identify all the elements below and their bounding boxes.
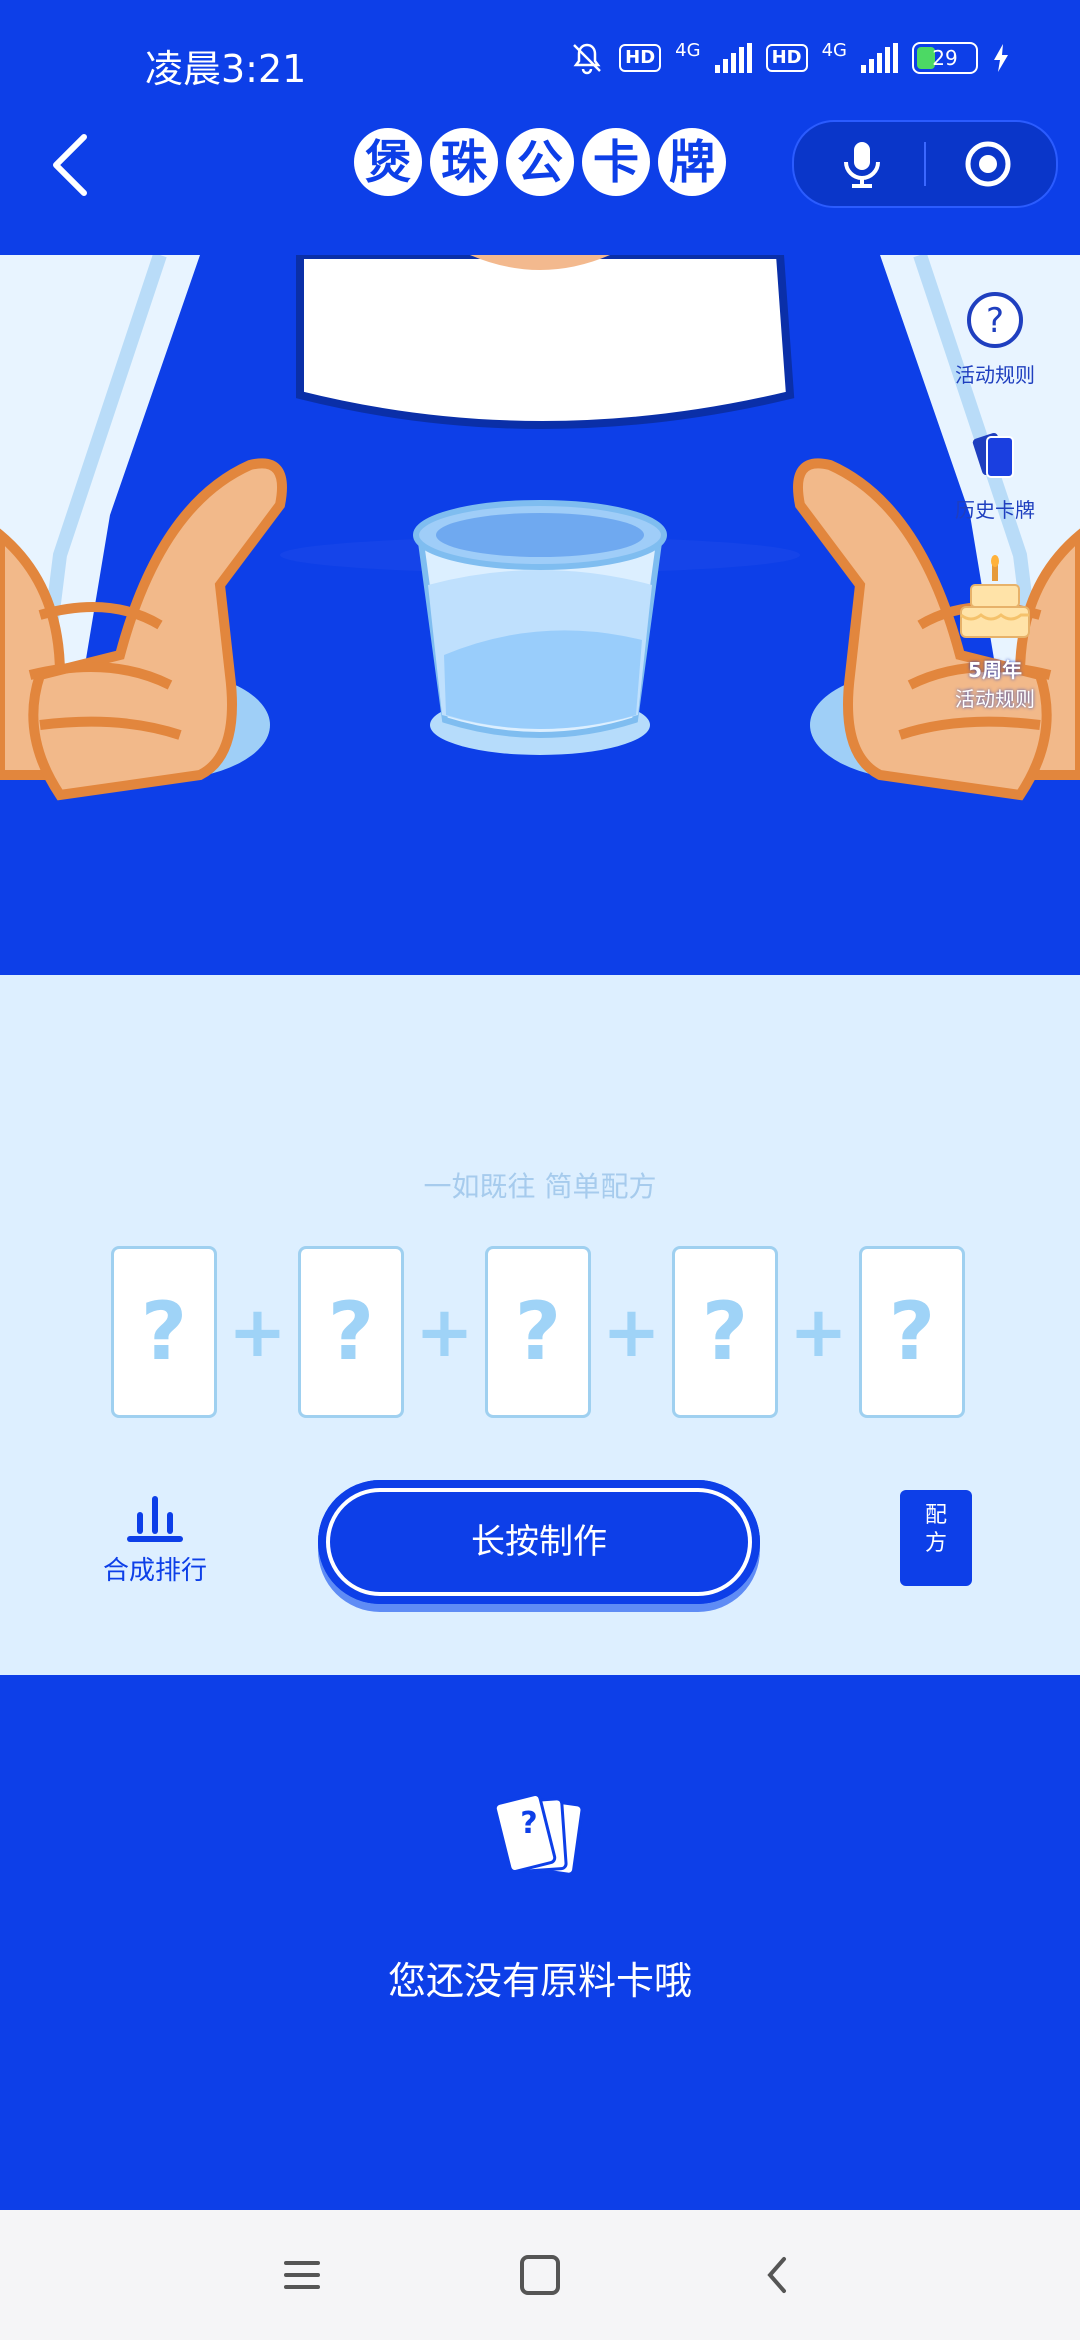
system-back-button[interactable] (756, 2255, 800, 2295)
ingredient-card-slot[interactable]: ? (859, 1246, 965, 1418)
recipe-slogan: 一如既往 简单配方 (423, 1170, 657, 1203)
status-time: 凌晨3:21 (145, 47, 307, 91)
ranking-label: 合成排行 (102, 1556, 207, 1586)
water-glass-icon (413, 500, 667, 755)
make-button-label: 长按制作 (326, 1488, 752, 1596)
empty-state-text: 您还没有原料卡哦 (387, 1959, 692, 2003)
title-char: 煲 (354, 128, 422, 196)
signal-icon-2 (861, 43, 898, 73)
activity-rules-label: 活动规则 (955, 363, 1035, 387)
title-char: 牌 (658, 128, 726, 196)
history-cards-label: 历史卡牌 (955, 498, 1035, 522)
capsule-divider (924, 142, 926, 186)
hero-illustration (0, 255, 1080, 980)
empty-card-mark: ? (520, 1806, 538, 1841)
network-type: 4G (675, 40, 701, 61)
chef-illustration (0, 255, 1080, 801)
long-press-make-button[interactable]: 长按制作 (318, 1480, 760, 1604)
plus-icon: + (789, 1291, 848, 1373)
bar-chart-icon (127, 1496, 183, 1542)
anniversary-label-2: 活动规则 (955, 687, 1035, 711)
mini-program-capsule (792, 120, 1058, 208)
plus-icon: + (602, 1291, 661, 1373)
recipe-book-label-2: 方 (924, 1531, 947, 1556)
target-circle-icon (965, 141, 1011, 187)
square-icon (520, 2255, 560, 2295)
ingredient-inventory-panel (0, 1675, 1080, 2210)
svg-text:?: ? (986, 301, 1004, 341)
ingredient-card-slot[interactable]: ? (298, 1246, 404, 1418)
question-circle-icon: ? (967, 292, 1023, 348)
anniversary-label-1: 5周年 (968, 658, 1022, 682)
title-char: 卡 (582, 128, 650, 196)
title-char: 公 (506, 128, 574, 196)
ingredient-card-slot[interactable]: ? (485, 1246, 591, 1418)
close-miniprogram-button[interactable] (960, 136, 1016, 192)
status-bar: 凌晨3:21 HD 4G HD 4G 29 (0, 0, 1080, 110)
plus-icon: + (228, 1291, 287, 1373)
anniversary-rules-button[interactable]: 5周年 活动规则 (940, 555, 1050, 712)
activity-rules-button[interactable]: ? 活动规则 (940, 290, 1050, 388)
charging-icon (994, 44, 1008, 72)
menu-icon (284, 2261, 320, 2289)
ingredient-slots: ? + ? + ? + ? + ? (111, 1246, 965, 1418)
ingredient-card-slot[interactable]: ? (672, 1246, 778, 1418)
battery-level: 29 (932, 46, 958, 70)
microphone-button[interactable] (834, 136, 890, 192)
battery-icon: 29 (912, 42, 978, 74)
recipe-book-label-1: 配 (924, 1503, 947, 1528)
home-button[interactable] (518, 2255, 562, 2295)
mute-bell-icon (573, 43, 602, 75)
recipe-book-button[interactable]: 配 方 (900, 1490, 972, 1586)
ingredient-card-slot[interactable]: ? (111, 1246, 217, 1418)
hd-badge: HD (619, 44, 662, 72)
signal-icon (714, 43, 752, 73)
plus-icon: + (415, 1291, 474, 1373)
chevron-left-icon (767, 2257, 786, 2293)
microphone-icon (844, 142, 880, 188)
cards-stack-icon (972, 432, 1014, 478)
empty-cards-icon: ? (480, 1790, 600, 1890)
history-cards-button[interactable]: 历史卡牌 (940, 425, 1050, 523)
birthday-cake-icon (960, 555, 1030, 638)
menu-button[interactable] (280, 2255, 324, 2295)
network-type-2: 4G (821, 40, 847, 61)
status-icons: HD 4G HD 4G 29 (569, 40, 1010, 76)
title-char: 珠 (430, 128, 498, 196)
system-nav-bar (0, 2210, 1080, 2340)
synthesis-ranking-button[interactable]: 合成排行 (90, 1490, 220, 1587)
hd-badge-2: HD (765, 44, 808, 72)
